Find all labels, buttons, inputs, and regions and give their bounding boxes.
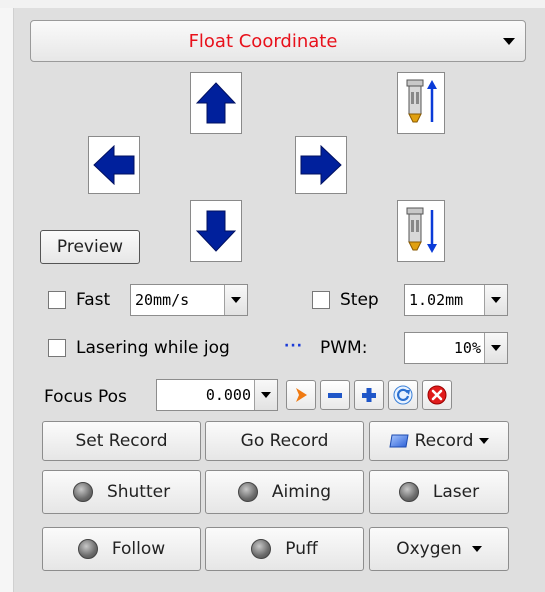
puff-label: Puff <box>285 539 318 559</box>
record-menu-button[interactable]: Record <box>369 421 509 461</box>
laser-status-led-icon <box>398 482 419 502</box>
focus-pos-select[interactable]: 0.000 <box>156 379 278 411</box>
laser-button[interactable]: Laser <box>369 470 509 514</box>
top-edge <box>0 0 545 8</box>
follow-status-led-icon <box>77 539 98 559</box>
chevron-down-icon <box>484 333 507 363</box>
go-record-button[interactable]: Go Record <box>205 421 364 461</box>
chevron-down-icon <box>484 285 507 315</box>
focus-pos-value: 0.000 <box>205 386 251 404</box>
fast-label: Fast <box>76 290 111 310</box>
laser-label: Laser <box>432 482 480 502</box>
refresh-icon <box>393 385 413 405</box>
pwm-value: 10% <box>453 339 481 357</box>
oxygen-menu-button[interactable]: Oxygen <box>369 527 509 571</box>
chevron-down-icon <box>254 380 277 410</box>
pwm-label: PWM: <box>320 338 368 358</box>
aiming-button[interactable]: Aiming <box>205 470 364 514</box>
shutter-status-led-icon <box>72 482 93 502</box>
z-down-button[interactable] <box>397 200 445 262</box>
record-icon <box>389 434 409 448</box>
step-checkbox[interactable] <box>312 291 330 309</box>
lasering-while-jog-checkbox[interactable] <box>48 339 66 357</box>
plus-icon <box>362 388 376 402</box>
shutter-label: Shutter <box>106 482 171 502</box>
focus-play-button[interactable] <box>286 380 316 410</box>
jog-up-button[interactable] <box>190 72 242 134</box>
jog-left-button[interactable] <box>88 136 140 194</box>
fast-checkbox[interactable] <box>48 291 66 309</box>
step-label: Step <box>340 290 379 310</box>
fast-speed-value: 20mm/s <box>135 291 190 309</box>
z-up-button[interactable] <box>397 72 445 134</box>
focus-pos-label: Focus Pos <box>44 387 127 407</box>
jog-right-button[interactable] <box>295 136 347 194</box>
chevron-down-icon <box>224 285 247 315</box>
laser-head-down-icon <box>406 207 437 253</box>
puff-button[interactable]: Puff <box>205 527 364 571</box>
chevron-down-icon <box>471 546 482 552</box>
fast-speed-select[interactable]: 20mm/s <box>130 284 248 316</box>
puff-status-led-icon <box>251 539 272 559</box>
follow-label: Follow <box>111 539 166 559</box>
play-icon <box>296 388 307 402</box>
mode-dropdown[interactable]: Float Coordinate <box>30 20 526 62</box>
pwm-select[interactable]: 10% <box>404 332 508 364</box>
minus-icon <box>328 393 342 398</box>
arrow-up-icon <box>196 82 236 124</box>
close-icon <box>427 385 447 405</box>
shutter-button[interactable]: Shutter <box>42 470 201 514</box>
laser-head-up-icon <box>406 79 437 123</box>
chevron-down-icon <box>479 438 490 444</box>
focus-refresh-button[interactable] <box>388 380 418 410</box>
set-record-button[interactable]: Set Record <box>42 421 201 461</box>
jog-down-button[interactable] <box>190 200 242 262</box>
arrow-right-icon <box>300 145 342 185</box>
lasering-while-jog-label: Lasering while jog <box>76 338 230 358</box>
chevron-down-icon <box>503 38 515 45</box>
step-value: 1.02mm <box>409 291 464 309</box>
focus-plus-button[interactable] <box>354 380 384 410</box>
follow-button[interactable]: Follow <box>42 527 201 571</box>
aiming-status-led-icon <box>237 482 258 502</box>
focus-minus-button[interactable] <box>320 380 350 410</box>
mode-dropdown-label: Float Coordinate <box>188 30 338 52</box>
preview-button[interactable]: Preview <box>40 230 140 264</box>
arrow-left-icon <box>93 145 135 185</box>
record-menu-label: Record <box>414 431 474 451</box>
oxygen-label: Oxygen <box>396 539 462 559</box>
arrow-down-icon <box>196 210 236 252</box>
more-options-button[interactable]: ··· <box>284 336 303 356</box>
step-select[interactable]: 1.02mm <box>404 284 508 316</box>
focus-cancel-button[interactable] <box>422 380 452 410</box>
aiming-label: Aiming <box>271 482 332 502</box>
left-panel-edge <box>0 8 14 592</box>
